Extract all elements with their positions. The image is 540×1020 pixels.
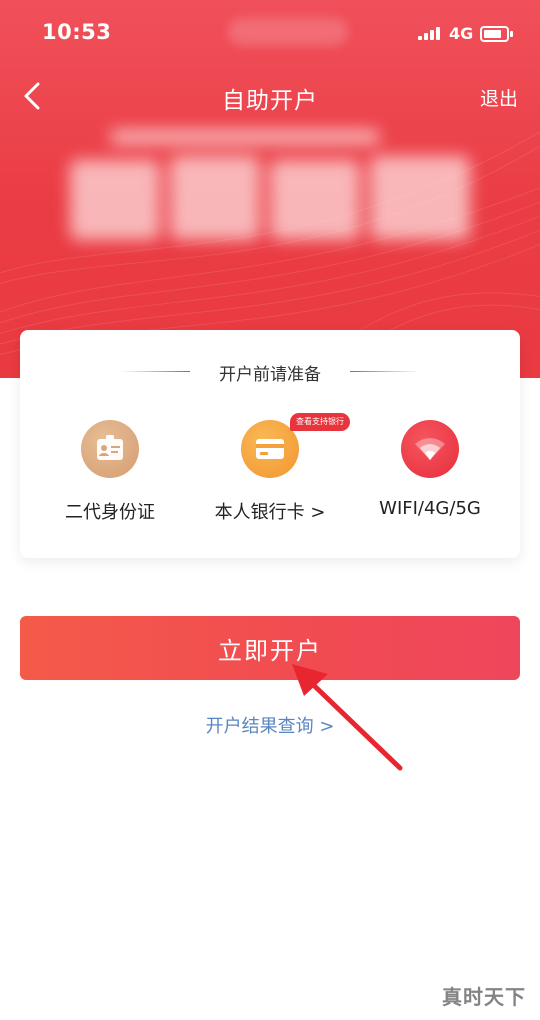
network-type: 4G <box>449 24 474 43</box>
signal-icon <box>418 27 440 40</box>
bank-card-label[interactable]: 本人银行卡 > <box>190 498 350 524</box>
annotation-arrow-icon <box>292 664 403 771</box>
network-label: WIFI/4G/5G <box>379 498 481 519</box>
heading-divider-right <box>350 371 420 372</box>
nav-bar: 自助开户 退出 <box>0 66 540 126</box>
open-account-button[interactable]: 立即开户 <box>20 616 520 680</box>
status-time: 10:53 <box>42 20 112 44</box>
status-bar: 10:53 4G <box>0 0 540 66</box>
exit-button[interactable]: 退出 <box>480 84 518 111</box>
wifi-icon <box>401 420 459 478</box>
prep-item-id-card: 二代身份证 <box>30 420 190 524</box>
card-heading: 开户前请准备 <box>219 365 321 385</box>
prep-item-network: WIFI/4G/5G <box>350 420 510 519</box>
hero-banner: 10:53 4G 自助开户 退出 <box>0 0 540 378</box>
query-result-link[interactable]: 开户结果查询 > <box>0 712 540 738</box>
page-title: 自助开户 <box>222 88 318 114</box>
battery-icon <box>480 26 513 42</box>
blurred-status-item <box>228 18 348 46</box>
prep-item-bank-card[interactable]: 本人银行卡 > <box>190 420 350 524</box>
banner-graphic <box>70 120 480 250</box>
id-card-label: 二代身份证 <box>65 502 155 523</box>
watermark: 真时天下 <box>442 985 526 1009</box>
id-card-icon <box>81 420 139 478</box>
supported-banks-badge[interactable]: 查看支持银行 <box>290 413 350 431</box>
preparation-card: 开户前请准备 二代身份证 本人银行卡 > 查看支持银行 WIFI/4G/5G <box>20 330 520 558</box>
